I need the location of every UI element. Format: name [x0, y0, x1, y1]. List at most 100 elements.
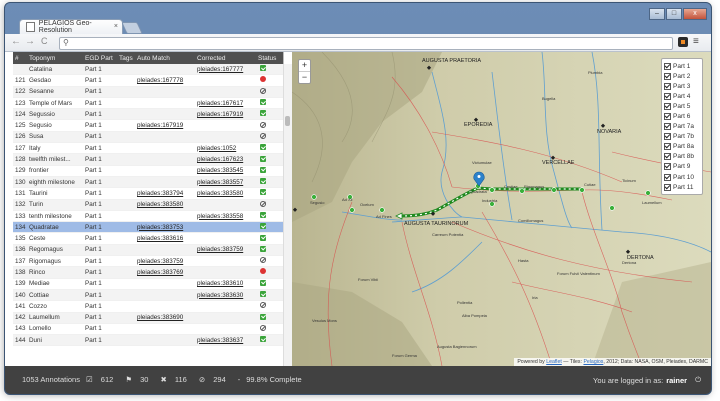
auto-match-link[interactable]: pleiades:383769 [135, 269, 195, 276]
pelagios-link[interactable]: Pelagios [583, 359, 603, 365]
status-cell[interactable] [256, 87, 283, 96]
layer-checkbox[interactable] [664, 143, 671, 151]
status-cell[interactable] [256, 110, 283, 118]
verified-icon[interactable] [260, 155, 266, 162]
table-row[interactable]: 121 Gesdao Part 1 pleiades:167778 [13, 75, 283, 87]
maximize-button[interactable]: □ [666, 8, 682, 20]
table-row[interactable]: 142 Laumellum Part 1 pleiades:383690 [13, 312, 283, 324]
table-row[interactable]: 131 Taurini Part 1 pleiades:383794 pleiades:… [13, 188, 283, 200]
corrected-link-text[interactable]: pleiades:167777 [197, 66, 243, 73]
tab-close-icon[interactable]: × [114, 23, 118, 30]
layer-checkbox[interactable] [664, 113, 671, 121]
verified-icon[interactable] [260, 313, 266, 320]
table-row[interactable]: 139 Mediae Part 1 pleiades:383610 [13, 279, 283, 290]
logout-icon[interactable]: ⏻ [695, 375, 701, 385]
table-row[interactable]: 135 Ceste Part 1 pleiades:383616 [13, 233, 283, 245]
status-cell[interactable] [256, 223, 283, 231]
table-row[interactable]: 132 Turin Part 1 pleiades:383580 [13, 199, 283, 211]
verified-icon[interactable] [260, 99, 266, 106]
corrected-link-text[interactable]: pleiades:383580 [197, 190, 243, 197]
corrected-link-text[interactable]: pleiades:383637 [197, 337, 243, 344]
verified-icon[interactable] [260, 212, 266, 218]
table-row[interactable]: 136 Regomagus Part 1 pleiades:383759 [13, 244, 283, 257]
auto-match-link-text[interactable]: pleiades:383759 [137, 258, 183, 265]
status-cell[interactable] [256, 65, 283, 73]
not-verified-icon[interactable] [260, 87, 266, 94]
auto-match-link[interactable]: pleiades:383759 [135, 258, 195, 265]
table-row[interactable]: 122 Sesanne Part 1 [13, 86, 283, 98]
auto-match-link[interactable]: pleiades:167919 [135, 122, 195, 129]
table-row[interactable]: 129 frontier Part 1 pleiades:383545 [13, 166, 283, 177]
not-verified-icon[interactable] [260, 132, 266, 139]
layer-checkbox[interactable] [664, 133, 671, 141]
corrected-link-text[interactable]: pleiades:383545 [197, 167, 243, 174]
verified-icon[interactable] [260, 234, 266, 241]
auto-match-link-text[interactable]: pleiades:383616 [137, 235, 183, 242]
layer-checkbox[interactable] [664, 72, 671, 80]
table-row[interactable]: 140 Cottiae Part 1 pleiades:383630 [13, 289, 283, 302]
column-header[interactable]: Status [256, 55, 283, 62]
table-row[interactable]: 128 twelfth milest... Part 1 pleiades:16762… [13, 154, 283, 166]
status-cell[interactable] [256, 302, 283, 310]
layer-checkbox[interactable] [664, 82, 671, 90]
status-cell[interactable] [256, 279, 283, 288]
auto-match-link[interactable]: pleiades:383753 [135, 224, 195, 231]
corrected-link-text[interactable]: pleiades:383610 [197, 280, 243, 287]
verified-icon[interactable] [260, 110, 266, 117]
status-cell[interactable] [256, 155, 283, 164]
legend-item[interactable]: Part 3 [664, 81, 700, 91]
legend-item[interactable]: Part 2 [664, 71, 700, 81]
table-row[interactable]: 144 Duni Part 1 pleiades:383637 [13, 335, 283, 347]
error-icon[interactable] [260, 268, 266, 275]
corrected-link[interactable]: pleiades:383630 [195, 292, 256, 299]
table-scrollbar[interactable] [283, 64, 292, 366]
back-button[interactable]: ← [11, 36, 21, 47]
layer-checkbox[interactable] [664, 102, 671, 110]
column-header[interactable]: Corrected [195, 55, 256, 62]
auto-match-link-text[interactable]: pleiades:167778 [137, 77, 183, 84]
username[interactable]: rainer [666, 376, 687, 385]
not-verified-icon[interactable] [260, 257, 266, 264]
table-row[interactable]: 134 Quadratae Part 1 pleiades:383753 [13, 222, 283, 234]
auto-match-link-text[interactable]: pleiades:383580 [137, 201, 183, 208]
table-row[interactable]: 137 Rigomagus Part 1 pleiades:383759 [13, 256, 283, 268]
legend-item[interactable]: Part 10 [664, 172, 700, 182]
legend-item[interactable]: Part 8a [664, 142, 700, 152]
scrollbar-thumb[interactable] [285, 116, 290, 126]
error-icon[interactable] [260, 76, 266, 83]
status-cell[interactable] [256, 291, 283, 299]
layer-checkbox[interactable] [664, 153, 671, 161]
auto-match-link[interactable]: pleiades:383794 [135, 190, 195, 197]
not-verified-icon[interactable] [260, 200, 266, 207]
layer-checkbox[interactable] [664, 183, 671, 191]
layer-checkbox[interactable] [664, 92, 671, 100]
leaflet-link[interactable]: Leaflet [546, 359, 562, 365]
corrected-link-text[interactable]: pleiades:383630 [197, 292, 243, 299]
table-row[interactable]: 123 Temple of Mars Part 1 pleiades:167617 [13, 98, 283, 110]
layer-checkbox[interactable] [664, 173, 671, 181]
layer-checkbox[interactable] [664, 163, 671, 171]
corrected-link-text[interactable]: pleiades:383759 [197, 246, 243, 253]
table-row[interactable]: 127 Italy Part 1 pleiades:1052 [13, 143, 283, 155]
status-cell[interactable] [256, 76, 283, 84]
corrected-link-text[interactable]: pleiades:383557 [197, 179, 243, 186]
legend-item[interactable]: Part 7b [664, 132, 700, 142]
column-header[interactable]: Toponym [27, 55, 83, 62]
layer-checkbox[interactable] [664, 123, 671, 131]
auto-match-link-text[interactable]: pleiades:383753 [137, 224, 183, 231]
table-row[interactable]: 138 Rinco Part 1 pleiades:383769 [13, 267, 283, 279]
verified-icon[interactable] [260, 166, 266, 173]
status-cell[interactable] [256, 257, 283, 265]
table-row[interactable]: 133 tenth milestone Part 1 pleiades:383558 [13, 211, 283, 223]
corrected-link[interactable]: pleiades:383545 [195, 167, 256, 174]
corrected-link[interactable]: pleiades:383580 [195, 190, 256, 197]
auto-match-link[interactable]: pleiades:383690 [135, 314, 195, 321]
table-row[interactable]: 141 Cozzo Part 1 [13, 301, 283, 313]
column-header[interactable]: Tags [117, 55, 135, 62]
verified-icon[interactable] [260, 65, 266, 72]
corrected-link[interactable]: pleiades:167623 [195, 156, 256, 163]
corrected-link-text[interactable]: pleiades:167617 [197, 100, 243, 107]
status-cell[interactable] [256, 245, 283, 254]
not-verified-icon[interactable] [260, 324, 266, 331]
map-view[interactable]: AUGUSTA PRAETORIA EPOREDIA NOVARIA VERCE… [292, 52, 711, 366]
